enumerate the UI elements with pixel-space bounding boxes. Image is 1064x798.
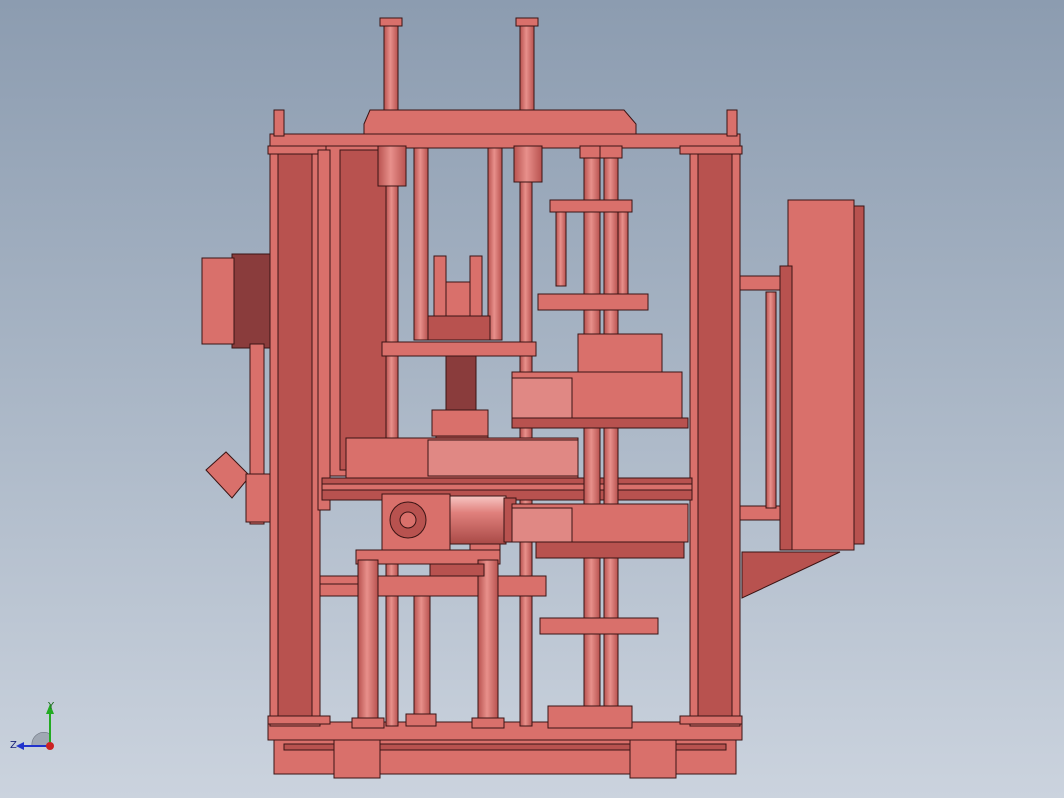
upper-rod-d[interactable] (513, 145, 543, 183)
left-angle-sensor[interactable] (205, 451, 251, 499)
frame-column-right-flange[interactable] (679, 145, 743, 155)
lower-rack-post-b[interactable] (413, 595, 431, 721)
frame-column-left-footer[interactable] (267, 715, 331, 725)
cad-viewport[interactable]: Y Z (0, 0, 1064, 798)
left-junction-box-back[interactable] (231, 253, 271, 349)
spindle-housing[interactable] (445, 355, 477, 411)
gripper-plate[interactable] (427, 315, 491, 341)
frame-column-right-inner[interactable] (697, 149, 733, 723)
mid-platform[interactable] (381, 341, 537, 357)
machine-assembly-model[interactable] (0, 0, 1064, 798)
frame-column-right-footer[interactable] (679, 715, 743, 725)
lower-rack-foot-b[interactable] (405, 713, 437, 727)
right-vert-rod-b-collar[interactable] (599, 145, 623, 159)
lower-rack-disc[interactable] (429, 563, 485, 577)
lower-rack-left-arm[interactable] (319, 583, 365, 597)
right-cabinet-side[interactable] (779, 265, 793, 551)
right-lower-track[interactable] (535, 541, 685, 559)
left-inner-panel-lip[interactable] (317, 149, 331, 511)
top-corner-post-left[interactable] (273, 109, 285, 137)
left-inner-panel-shadow[interactable] (339, 149, 389, 471)
right-vert-rod-a[interactable] (583, 149, 601, 729)
gearbox-shaft[interactable] (399, 511, 417, 529)
origin-dot-icon (46, 742, 54, 750)
left-junction-box[interactable] (201, 257, 235, 345)
gripper-clamp-right[interactable] (469, 255, 483, 317)
right-lower-bracket[interactable] (539, 617, 659, 635)
lower-rack-post-a[interactable] (357, 559, 379, 727)
top-header-block[interactable] (363, 109, 637, 137)
upper-rod-b[interactable] (487, 147, 503, 341)
top-guide-rod-right-cap[interactable] (515, 17, 539, 27)
central-slide-rail-top[interactable] (321, 483, 693, 491)
top-guide-rod-left-cap[interactable] (379, 17, 403, 27)
lower-rack-foot-a[interactable] (351, 717, 385, 729)
lower-rack-post-c[interactable] (477, 559, 499, 727)
right-arm-plate[interactable] (537, 293, 649, 311)
right-vert-rod-b[interactable] (603, 149, 619, 729)
upper-rod-a[interactable] (413, 147, 429, 341)
z-axis-label: Z (10, 740, 17, 751)
top-corner-post-right[interactable] (726, 109, 738, 137)
right-cabinet-door[interactable] (853, 205, 865, 545)
right-mid-track[interactable] (511, 417, 689, 429)
central-slide-front[interactable] (427, 439, 579, 477)
frame-column-left-inner[interactable] (277, 149, 313, 723)
lower-rack-foot-d[interactable] (547, 705, 633, 729)
motor-body[interactable] (449, 495, 507, 545)
right-upper-bracket[interactable] (549, 199, 633, 213)
right-upper-carriage[interactable] (577, 333, 663, 373)
lower-rack-foot-c[interactable] (471, 717, 505, 729)
gripper-clamp-left[interactable] (433, 255, 447, 317)
right-lower-housing-front[interactable] (511, 507, 573, 543)
coordinate-triad: Y Z (10, 701, 55, 751)
spindle-base[interactable] (431, 409, 489, 437)
right-rod-small-a[interactable] (555, 205, 567, 287)
right-mid-housing-front[interactable] (511, 377, 573, 419)
left-sensor-mount[interactable] (245, 473, 271, 523)
top-guide-rod-right[interactable] (519, 23, 535, 115)
z-arrow-icon (16, 742, 24, 750)
upper-rod-c[interactable] (377, 145, 407, 187)
right-cabinet-rod[interactable] (765, 291, 777, 509)
y-axis-label: Y (47, 701, 55, 712)
top-guide-rod-left[interactable] (383, 23, 399, 115)
right-cabinet-bracket-top[interactable] (739, 275, 781, 291)
right-rod-small-b[interactable] (617, 205, 629, 307)
right-cabinet-gusset[interactable] (741, 551, 841, 599)
right-cabinet[interactable] (787, 199, 855, 551)
base-plate[interactable] (267, 721, 743, 741)
